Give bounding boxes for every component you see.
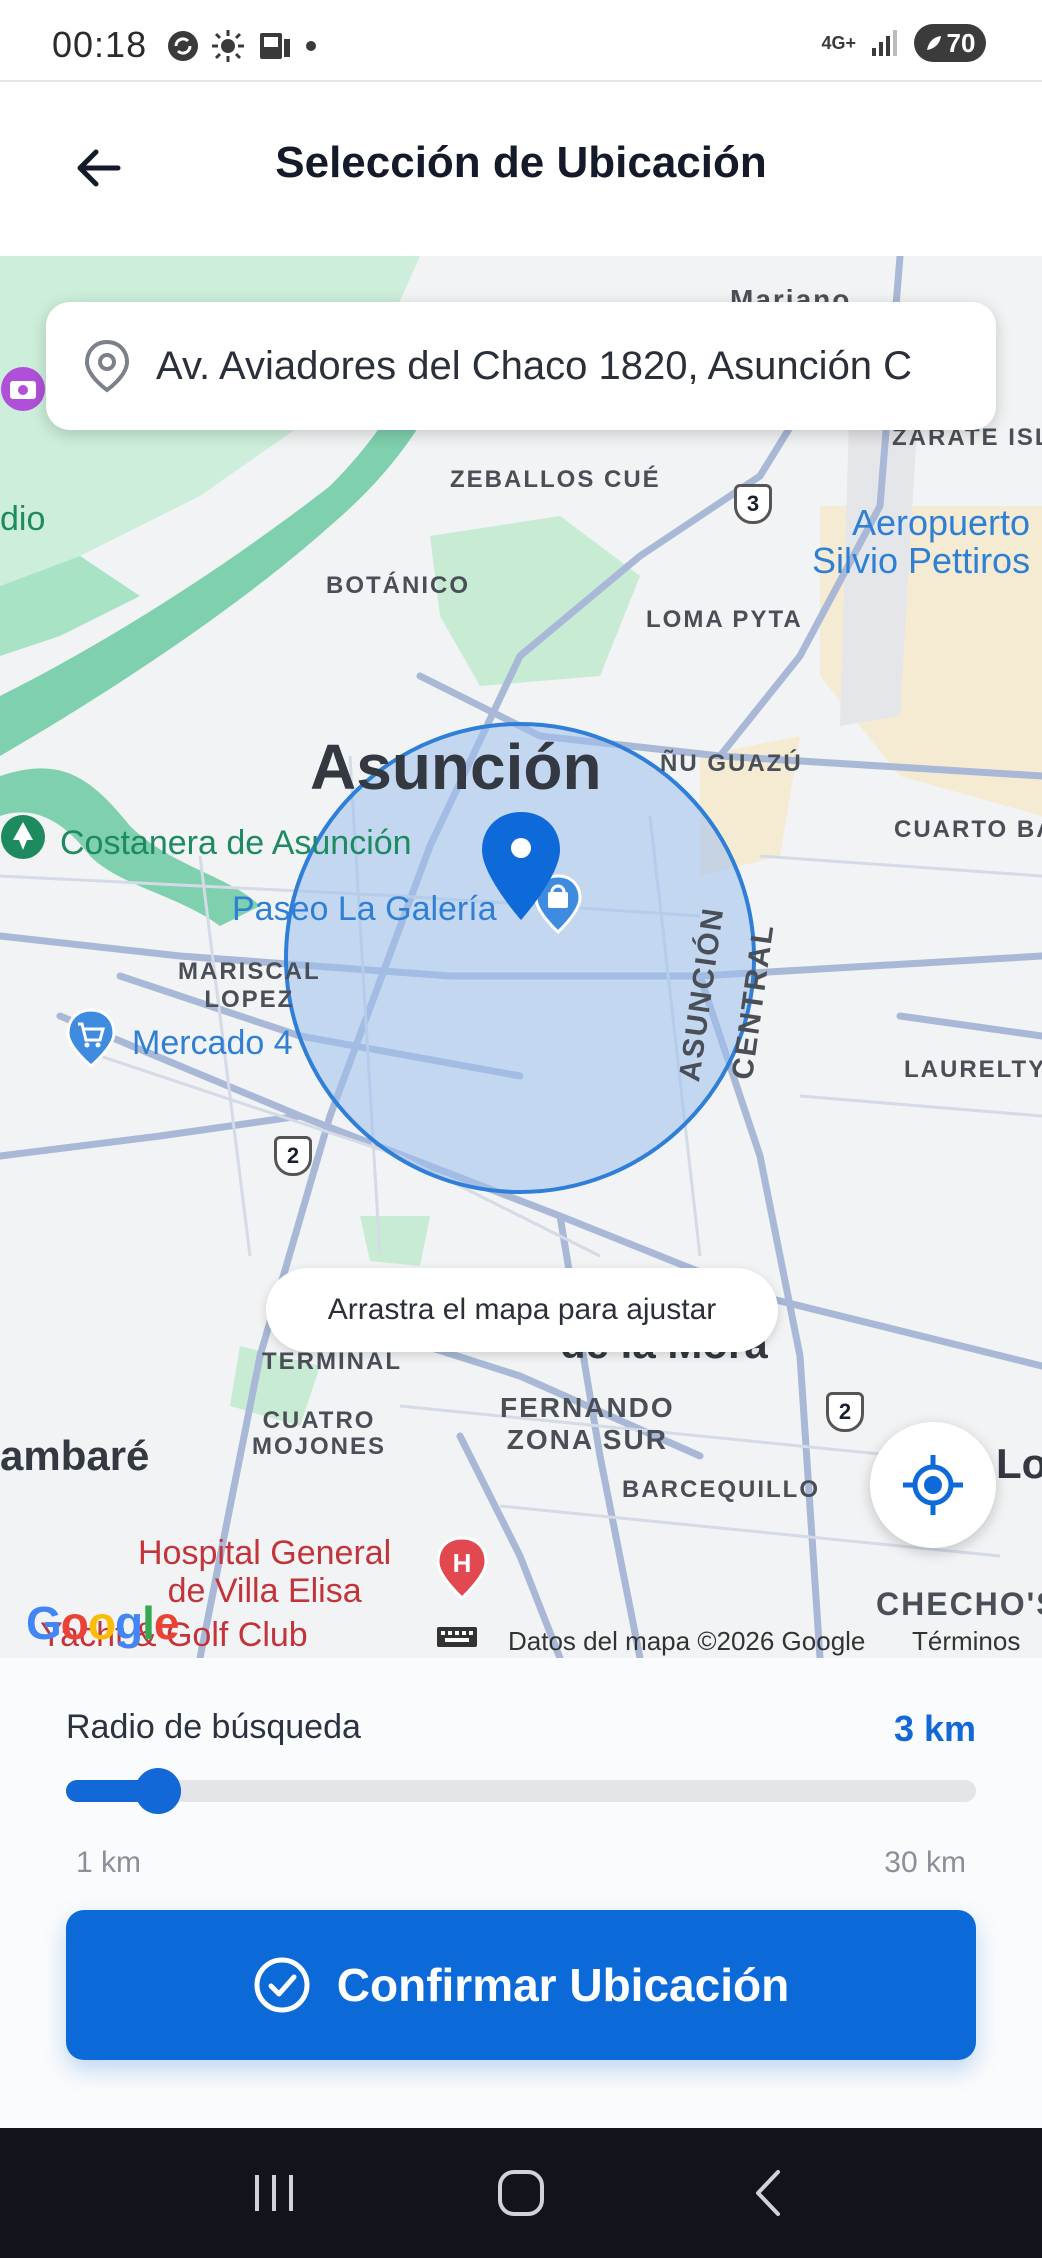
notification-app-icon: [260, 33, 290, 59]
page-title: Selección de Ubicación: [275, 138, 767, 187]
address-text: Av. Aviadores del Chaco 1820, Asunción C: [156, 343, 913, 388]
radius-label: Radio de búsqueda: [66, 1708, 361, 1746]
map-label-paseo-la-galeria: Paseo La Galería: [232, 890, 497, 928]
map-label-zeballos: ZEBALLOS CUÉ: [450, 466, 661, 493]
status-icons-right: 4G+ 70: [821, 24, 986, 62]
map-label-botanico: BOTÁNICO: [326, 572, 470, 599]
recents-icon: [254, 2175, 293, 2211]
radius-value: 3 km: [893, 1708, 976, 1749]
map-label-lo: Lo: [996, 1440, 1042, 1487]
network-type-label: 4G+: [821, 32, 856, 53]
address-search-box[interactable]: Av. Aviadores del Chaco 1820, Asunción C: [46, 302, 996, 430]
signal-icon: [872, 30, 897, 56]
status-bar: 00:18 4G+ 70: [0, 0, 1042, 82]
map-terms-link[interactable]: Términos: [912, 1626, 1020, 1657]
location-pin-icon[interactable]: [476, 808, 566, 926]
map-label-cuatro-mojones: CUATRO MOJONES: [252, 1407, 387, 1460]
hospital-icon: H: [436, 1536, 488, 1600]
svg-text:H: H: [453, 1548, 472, 1578]
map-label-laurelty: LAURELTY: [904, 1056, 1042, 1083]
check-circle-icon: [254, 1957, 310, 2013]
keyboard-icon[interactable]: [436, 1626, 478, 1654]
map-label-loma-pyta: LOMA PYTA: [646, 606, 803, 633]
radius-panel: Radio de búsqueda 3 km 1 km 30 km Confir…: [0, 1658, 1042, 2128]
nav-back-icon: [756, 2170, 781, 2216]
map-label-barcequillo: BARCEQUILLO: [622, 1476, 820, 1503]
map-view[interactable]: Mariano ZARATE ISL ZEBALLOS CUÉ Aeropuer…: [0, 256, 1042, 1658]
shopping-cart-icon: [66, 1008, 116, 1068]
map-attribution: Datos del mapa ©2026 Google: [508, 1626, 866, 1656]
route-shield-2b: 2: [826, 1392, 864, 1432]
app-header: Selección de Ubicación: [0, 84, 1042, 256]
battery-indicator: 70: [914, 24, 986, 62]
route-shield-3: 3: [734, 484, 772, 524]
map-label-costanera: Costanera de Asunción: [60, 824, 412, 862]
map-label-fernando-zona-sur: FERNANDO ZONA SUR: [500, 1392, 675, 1455]
map-label-terminal: TERMINAL: [262, 1348, 402, 1375]
route-shield-2a: 2: [274, 1136, 312, 1176]
status-icons-left: [166, 28, 318, 64]
map-label-dio: dio: [0, 500, 46, 538]
location-outline-icon: [84, 339, 130, 393]
home-button[interactable]: [476, 2148, 566, 2238]
drag-hint: Arrastra el mapa para ajustar: [266, 1268, 778, 1352]
confirm-location-button[interactable]: Confirmar Ubicación: [66, 1910, 976, 2060]
status-time: 00:18: [52, 24, 148, 65]
confirm-location-label: Confirmar Ubicación: [336, 1959, 790, 2011]
nav-back-button[interactable]: [723, 2148, 813, 2238]
radius-slider[interactable]: [66, 1768, 976, 1814]
radius-slider-thumb[interactable]: [135, 1768, 182, 1814]
home-icon: [497, 2170, 544, 2216]
my-location-button[interactable]: [870, 1422, 996, 1548]
system-nav-bar: [0, 2128, 1042, 2258]
radius-min-label: 1 km: [76, 1846, 142, 1879]
google-logo: Google: [26, 1597, 179, 1649]
map-label-mariscal-lopez: MARISCAL LOPEZ: [178, 958, 321, 1013]
map-label-nu-guazu: ÑU GUAZÚ: [660, 750, 803, 777]
map-label-lambare: ambaré: [0, 1432, 150, 1479]
brightness-icon: [212, 30, 244, 62]
map-label-cuarto-ba: CUARTO BA: [894, 816, 1042, 843]
my-location-icon: [903, 1455, 963, 1515]
battery-level: 70: [946, 27, 976, 58]
more-dot-icon: [306, 41, 316, 51]
battery-leaf-icon: [926, 36, 941, 50]
map-label-asuncion: Asunción: [310, 731, 602, 803]
camera-poi-icon: [1, 367, 45, 411]
radius-max-label: 30 km: [884, 1846, 966, 1879]
recents-button[interactable]: [229, 2148, 319, 2238]
map-label-checho: CHECHO'S: [876, 1586, 1042, 1622]
map-label-airport: Aeropuerto Silvio Pettiros: [812, 502, 1031, 581]
map-label-mercado-4: Mercado 4: [132, 1024, 293, 1062]
park-icon: [1, 815, 45, 859]
sync-icon: [168, 31, 198, 61]
